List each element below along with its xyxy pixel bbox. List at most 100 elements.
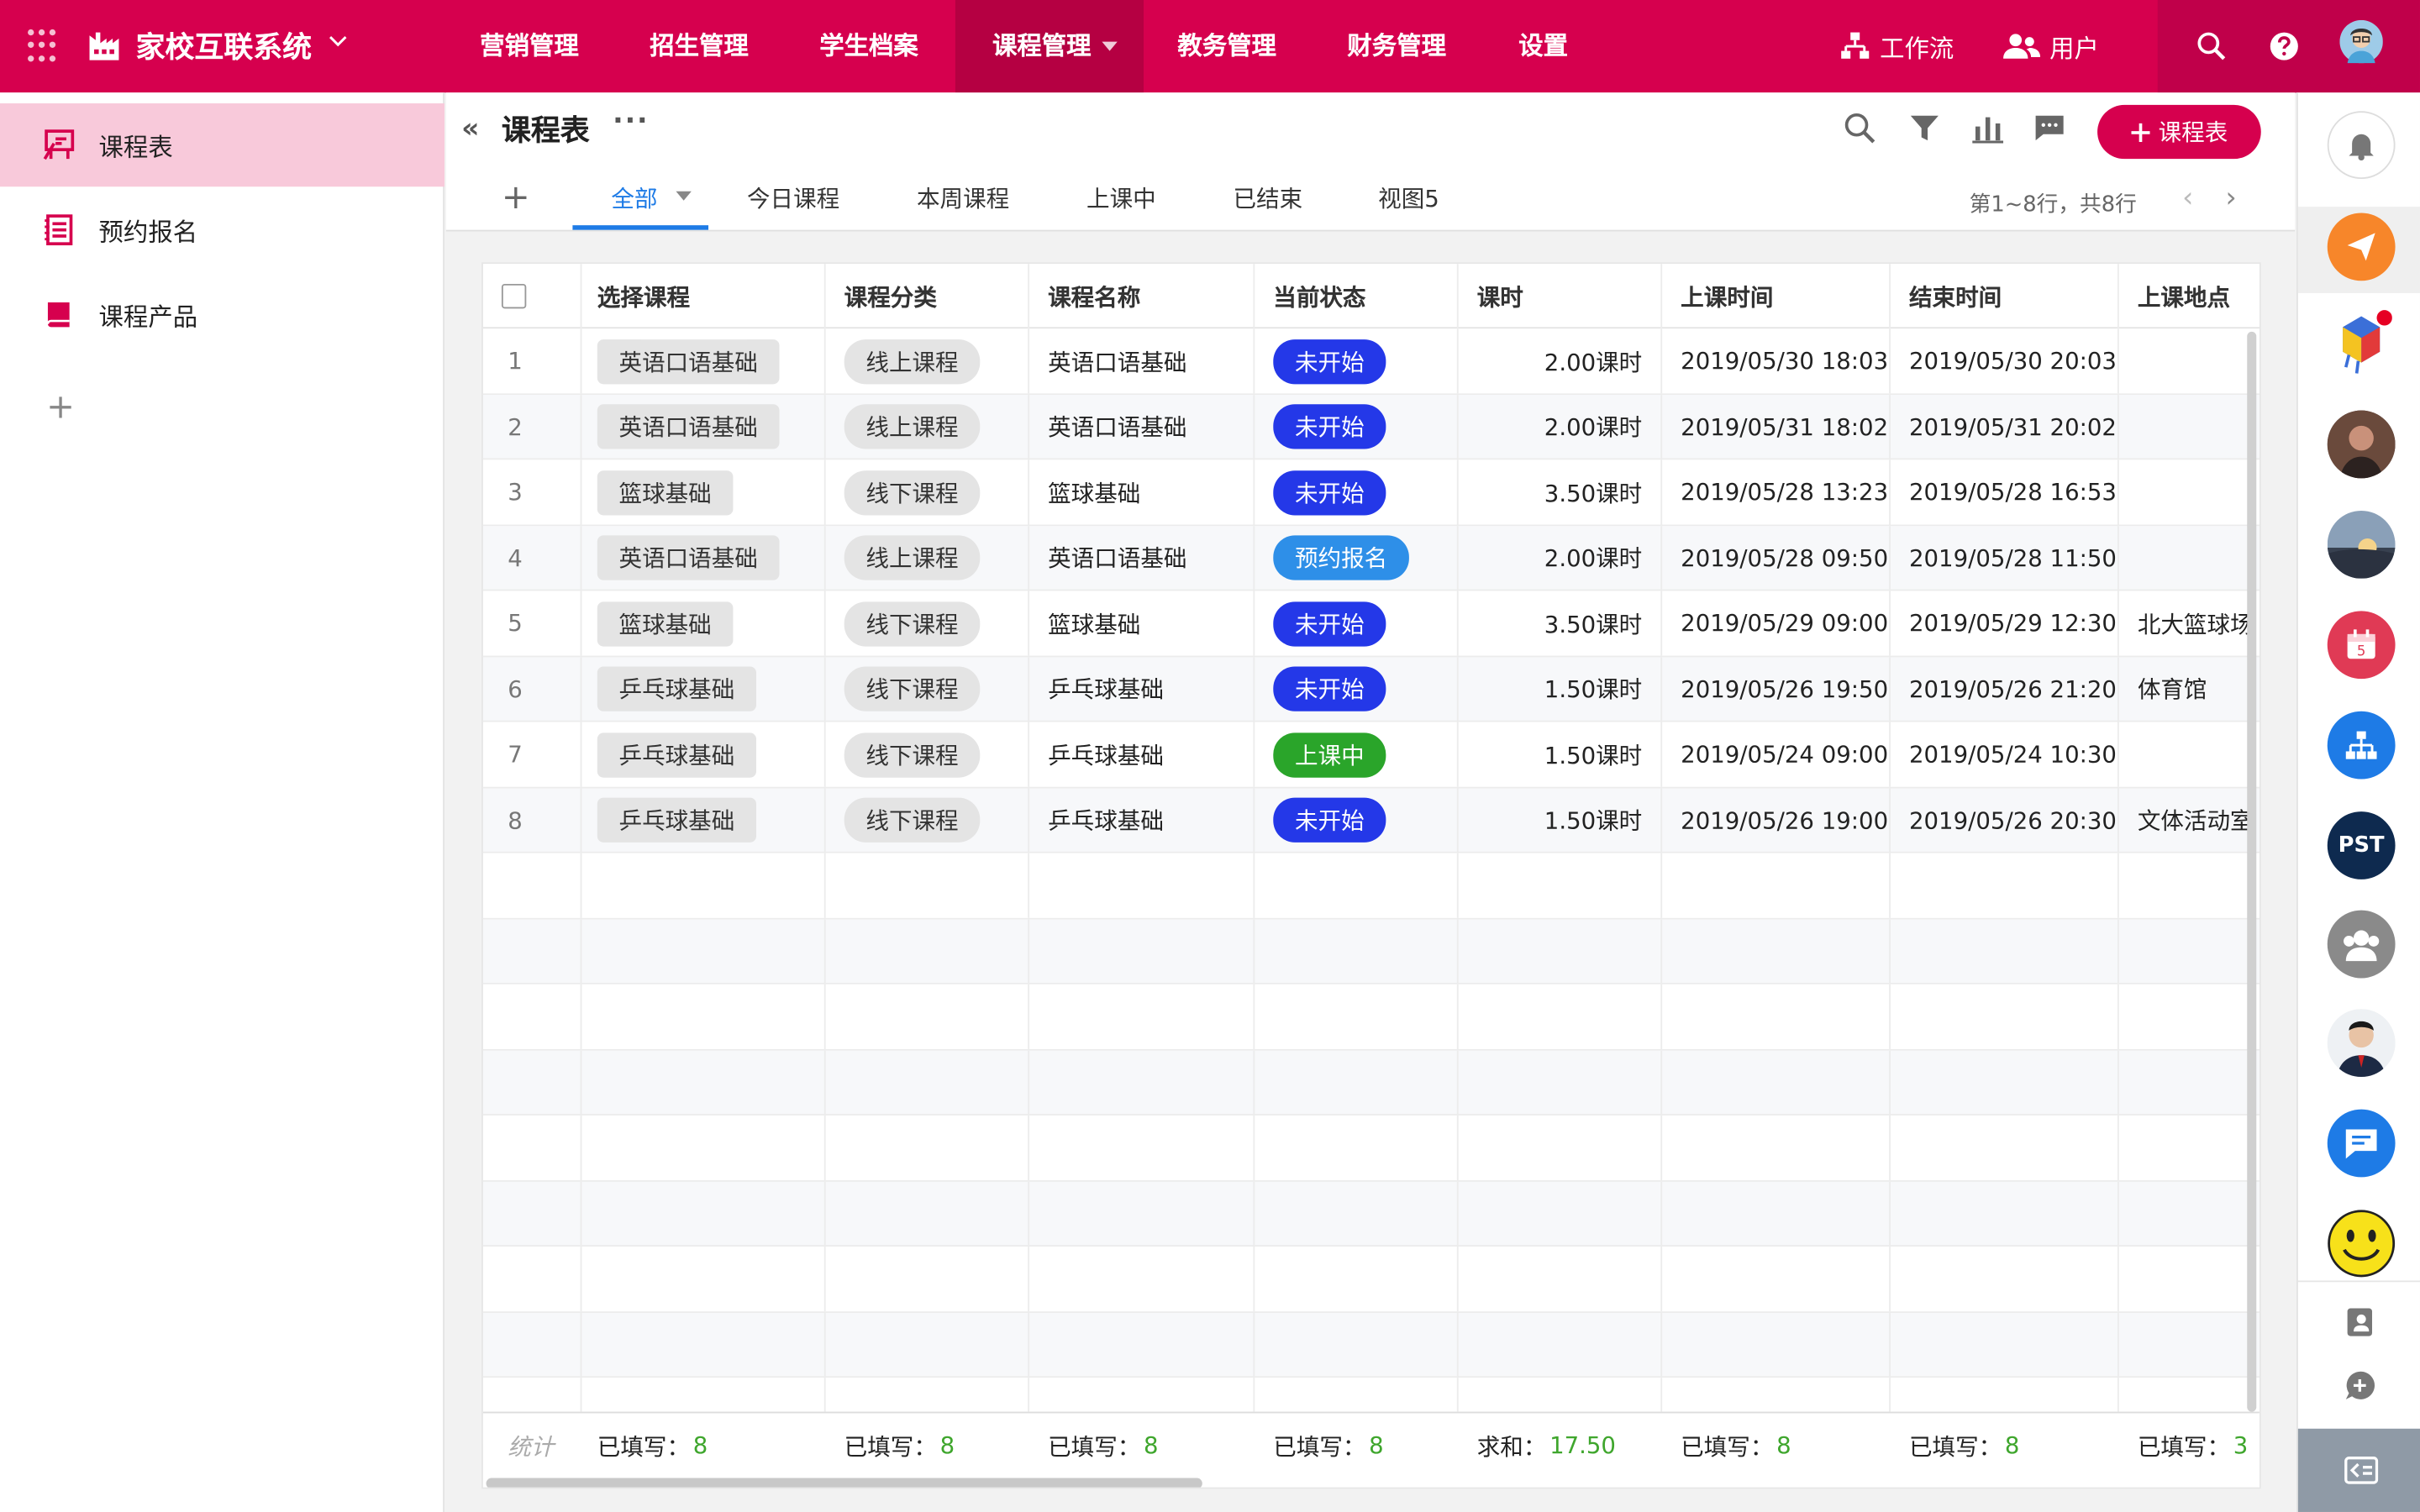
chevron-down-icon[interactable] — [327, 31, 349, 53]
cell-end: 2019/05/26 20:30 — [1891, 787, 2119, 853]
row-number — [483, 918, 582, 984]
app-title[interactable]: 家校互联系统 — [136, 24, 312, 66]
prev-page-button[interactable]: ‹ — [2182, 182, 2193, 215]
tab-dropdown-icon[interactable] — [676, 191, 692, 201]
cell-start: 2019/05/28 09:50 — [1662, 525, 1891, 591]
course-chip[interactable]: 乒乓球基础 — [597, 797, 757, 843]
add-chat-icon[interactable] — [2344, 1370, 2375, 1401]
list-document-icon — [45, 214, 73, 246]
cell-category: 线下课程 — [826, 591, 1030, 656]
nav-finance[interactable]: 财务管理 — [1324, 0, 1470, 92]
contact-avatar-1[interactable] — [2327, 410, 2396, 479]
cell-category — [826, 1049, 1030, 1116]
user-avatar[interactable] — [2339, 19, 2383, 64]
table-row[interactable]: 1 英语口语基础 线上课程 英语口语基础 未开始 2.00课时 2019/05/30 18:… — [482, 328, 2260, 395]
table-row[interactable]: 6 乒乓球基础 线下课程 乒乓球基础 未开始 1.50课时 2019/05/26 19:50… — [482, 656, 2260, 722]
cell-end — [1891, 1247, 2119, 1312]
nav-course-management[interactable]: 课程管理 — [955, 0, 1144, 93]
course-chip[interactable]: 英语口语基础 — [597, 404, 780, 449]
table-row[interactable]: 3 篮球基础 线下课程 篮球基础 未开始 3.50课时 2019/05/28 13:23 20… — [482, 459, 2260, 526]
add-schedule-button[interactable]: 课程表 — [2097, 104, 2261, 160]
filter-icon[interactable] — [1907, 111, 1941, 144]
course-chip[interactable]: 乒乓球基础 — [597, 666, 757, 711]
table-row[interactable]: 7 乒乓球基础 线下课程 乒乓球基础 上课中 1.50课时 2019/05/24 09:00… — [482, 722, 2260, 788]
course-chip[interactable]: 英语口语基础 — [597, 339, 780, 384]
collapse-sidebar-button[interactable]: « — [461, 113, 479, 145]
add-item-button[interactable]: + — [46, 389, 75, 428]
next-page-button[interactable]: › — [2226, 182, 2237, 215]
column-header[interactable]: 课程名称 — [1029, 264, 1255, 329]
contact-avatar-3[interactable] — [2327, 1009, 2396, 1078]
org-chart-app-button[interactable] — [2327, 711, 2396, 780]
vertical-scrollbar[interactable] — [2247, 331, 2257, 1412]
cell-category: 线下课程 — [826, 656, 1030, 722]
nav-academic[interactable]: 教务管理 — [1155, 0, 1300, 92]
cell-status — [1255, 984, 1459, 1049]
message-app-button[interactable] — [2327, 1109, 2396, 1178]
column-header[interactable]: 结束时间 — [1891, 264, 2119, 329]
tab-all[interactable]: 全部 — [611, 182, 657, 215]
cell-end: 2019/05/29 12:30 — [1891, 591, 2119, 656]
bar-chart-icon[interactable] — [1970, 111, 2004, 144]
search-icon[interactable] — [1843, 111, 1876, 144]
tab-finished[interactable]: 已结束 — [1234, 182, 1303, 215]
cell-course — [579, 1115, 826, 1181]
course-chip[interactable]: 篮球基础 — [597, 470, 734, 515]
column-header[interactable]: 课程分类 — [826, 264, 1030, 329]
rail-collapse-button[interactable] — [2297, 1428, 2420, 1512]
tab-view5[interactable]: 视图5 — [1378, 182, 1439, 215]
contact-avatar-2[interactable] — [2327, 510, 2396, 579]
table-row[interactable]: 2 英语口语基础 线上课程 英语口语基础 未开始 2.00课时 2019/05/31 18:… — [482, 394, 2260, 460]
cell-location — [2119, 919, 2260, 984]
table-row[interactable]: 8 乒乓球基础 线下课程 乒乓球基础 未开始 1.50课时 2019/05/26 19:00… — [482, 787, 2260, 853]
cube-app-button[interactable] — [2328, 308, 2396, 376]
cell-status: 未开始 — [1255, 394, 1459, 459]
cell-hours — [1459, 918, 1663, 984]
tab-today[interactable]: 今日课程 — [747, 182, 839, 215]
pst-app-button[interactable]: PST — [2327, 811, 2396, 879]
tab-this-week[interactable]: 本周课程 — [917, 182, 1009, 215]
summary-value: 8 — [939, 1431, 955, 1460]
summary-cell: 已填写： 8 — [826, 1413, 1029, 1478]
nav-marketing[interactable]: 营销管理 — [457, 0, 602, 92]
smiley-app-button[interactable] — [2328, 1210, 2396, 1278]
sidebar-item-booking[interactable]: 预约报名 — [0, 188, 445, 271]
summary-prefix: 已填写： — [1908, 1432, 2002, 1461]
comment-icon[interactable] — [2033, 111, 2066, 144]
app-grid-icon[interactable] — [28, 29, 61, 63]
course-chip[interactable]: 乒乓球基础 — [597, 732, 757, 777]
tab-in-class[interactable]: 上课中 — [1086, 182, 1156, 215]
summary-row: 统计 已填写： 8 已填写： 8 已填写： 8 已填写： 8 求和： 17.50 已填写： 8 已填写： 8… — [482, 1411, 2260, 1478]
horizontal-scrollbar[interactable] — [486, 1478, 1202, 1488]
group-app-button[interactable] — [2327, 910, 2396, 979]
nav-enrollment[interactable]: 招生管理 — [627, 0, 772, 92]
notification-button[interactable] — [2327, 111, 2396, 180]
table-row[interactable]: 4 英语口语基础 线上课程 英语口语基础 预约报名 2.00课时 2019/05/28 09… — [482, 525, 2260, 591]
cell-status — [1255, 1180, 1459, 1247]
course-chip[interactable]: 英语口语基础 — [597, 535, 780, 580]
empty-row — [482, 1247, 2260, 1313]
help-icon[interactable] — [2269, 31, 2300, 62]
search-icon[interactable] — [2196, 31, 2228, 62]
workflow-button[interactable]: 工作流 — [1839, 28, 1954, 65]
add-view-button[interactable]: + — [502, 179, 530, 218]
column-header[interactable]: 课时 — [1459, 264, 1663, 329]
sidebar-item-products[interactable]: 课程产品 — [0, 273, 445, 356]
calendar-app-button[interactable]: 5 — [2327, 611, 2396, 680]
contacts-book-icon[interactable] — [2344, 1305, 2375, 1339]
send-app-button[interactable] — [2327, 213, 2396, 281]
column-header[interactable]: 当前状态 — [1255, 264, 1459, 329]
course-chip[interactable]: 篮球基础 — [597, 601, 734, 646]
more-options-button[interactable]: ··· — [613, 105, 649, 138]
users-button[interactable]: 用户 — [2003, 28, 2099, 65]
cell-end — [1891, 1180, 2119, 1247]
nav-student-records[interactable]: 学生档案 — [797, 0, 942, 92]
table-row[interactable]: 5 篮球基础 线下课程 篮球基础 未开始 3.50课时 2019/05/29 09:00 20… — [482, 591, 2260, 657]
nav-settings[interactable]: 设置 — [1494, 0, 1593, 92]
column-header[interactable]: 上课时间 — [1662, 264, 1891, 329]
calendar-day: 5 — [2357, 643, 2366, 659]
select-all-checkbox[interactable] — [501, 283, 527, 309]
column-header[interactable]: 选择课程 — [579, 264, 826, 329]
column-header[interactable]: 上课地点 — [2119, 264, 2260, 328]
sidebar-item-schedule[interactable]: 课程表 — [0, 103, 445, 187]
